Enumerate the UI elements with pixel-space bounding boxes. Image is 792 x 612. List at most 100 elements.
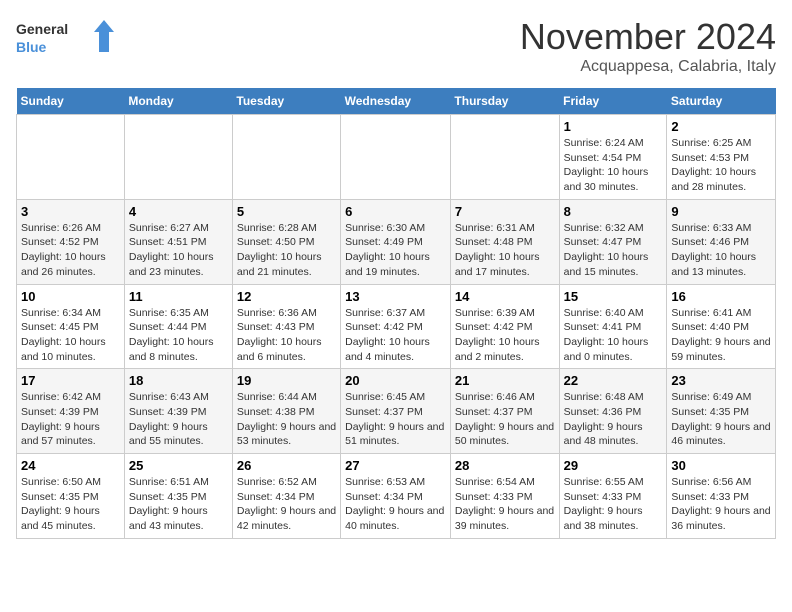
day-number: 5 bbox=[237, 204, 336, 219]
day-number: 8 bbox=[564, 204, 663, 219]
day-cell: 20 Sunrise: 6:45 AM Sunset: 4:37 PM Dayli… bbox=[341, 369, 451, 454]
day-info: Sunrise: 6:33 AM Sunset: 4:46 PM Dayligh… bbox=[671, 221, 771, 280]
day-cell bbox=[341, 115, 451, 200]
day-number: 10 bbox=[21, 289, 120, 304]
day-number: 21 bbox=[455, 373, 555, 388]
weekday-saturday: Saturday bbox=[667, 88, 776, 115]
day-cell: 9Sunrise: 6:33 AM Sunset: 4:46 PM Daylig… bbox=[667, 199, 776, 284]
day-number: 2 bbox=[671, 119, 771, 134]
day-cell bbox=[17, 115, 125, 200]
day-info: Sunrise: 6:41 AM Sunset: 4:40 PM Dayligh… bbox=[671, 306, 771, 365]
day-info: Sunrise: 6:28 AM Sunset: 4:50 PM Dayligh… bbox=[237, 221, 336, 280]
day-cell bbox=[450, 115, 559, 200]
day-info: Sunrise: 6:51 AM Sunset: 4:35 PM Dayligh… bbox=[129, 475, 228, 534]
weekday-thursday: Thursday bbox=[450, 88, 559, 115]
day-number: 16 bbox=[671, 289, 771, 304]
day-cell: 10Sunrise: 6:34 AM Sunset: 4:45 PM Dayli… bbox=[17, 284, 125, 369]
weekday-tuesday: Tuesday bbox=[232, 88, 340, 115]
day-info: Sunrise: 6:37 AM Sunset: 4:42 PM Dayligh… bbox=[345, 306, 446, 365]
day-cell: 7Sunrise: 6:31 AM Sunset: 4:48 PM Daylig… bbox=[450, 199, 559, 284]
page-header: General Blue November 2024 Acquappesa, C… bbox=[16, 16, 776, 76]
day-info: Sunrise: 6:32 AM Sunset: 4:47 PM Dayligh… bbox=[564, 221, 663, 280]
day-number: 29 bbox=[564, 458, 663, 473]
day-cell: 15 Sunrise: 6:40 AM Sunset: 4:41 PM Dayli… bbox=[559, 284, 667, 369]
day-cell: 29 Sunrise: 6:55 AM Sunset: 4:33 PM Dayli… bbox=[559, 454, 667, 539]
weekday-sunday: Sunday bbox=[17, 88, 125, 115]
day-info: Sunrise: 6:54 AM Sunset: 4:33 PM Dayligh… bbox=[455, 475, 555, 534]
week-row-5: 24Sunrise: 6:50 AM Sunset: 4:35 PM Dayli… bbox=[17, 454, 776, 539]
logo: General Blue bbox=[16, 16, 116, 60]
day-info: Sunrise: 6:25 AM Sunset: 4:53 PM Dayligh… bbox=[671, 136, 771, 195]
location: Acquappesa, Calabria, Italy bbox=[520, 58, 776, 76]
day-number: 17 bbox=[21, 373, 120, 388]
day-number: 27 bbox=[345, 458, 446, 473]
logo-svg: General Blue bbox=[16, 16, 116, 60]
day-number: 12 bbox=[237, 289, 336, 304]
day-number: 23 bbox=[671, 373, 771, 388]
day-number: 3 bbox=[21, 204, 120, 219]
day-number: 19 bbox=[237, 373, 336, 388]
day-cell: 13 Sunrise: 6:37 AM Sunset: 4:42 PM Dayli… bbox=[341, 284, 451, 369]
svg-text:Blue: Blue bbox=[16, 39, 47, 55]
day-cell: 21 Sunrise: 6:46 AM Sunset: 4:37 PM Dayli… bbox=[450, 369, 559, 454]
day-number: 11 bbox=[129, 289, 228, 304]
day-cell: 26Sunrise: 6:52 AM Sunset: 4:34 PM Dayli… bbox=[232, 454, 340, 539]
day-number: 7 bbox=[455, 204, 555, 219]
title-block: November 2024 Acquappesa, Calabria, Ital… bbox=[520, 16, 776, 76]
weekday-wednesday: Wednesday bbox=[341, 88, 451, 115]
day-cell: 1 Sunrise: 6:24 AM Sunset: 4:54 PM Daylig… bbox=[559, 115, 667, 200]
day-number: 1 bbox=[564, 119, 663, 134]
day-info: Sunrise: 6:48 AM Sunset: 4:36 PM Dayligh… bbox=[564, 390, 663, 449]
day-info: Sunrise: 6:35 AM Sunset: 4:44 PM Dayligh… bbox=[129, 306, 228, 365]
day-cell: 23Sunrise: 6:49 AM Sunset: 4:35 PM Dayli… bbox=[667, 369, 776, 454]
day-info: Sunrise: 6:53 AM Sunset: 4:34 PM Dayligh… bbox=[345, 475, 446, 534]
day-number: 26 bbox=[237, 458, 336, 473]
svg-text:General: General bbox=[16, 21, 68, 37]
week-row-1: 1 Sunrise: 6:24 AM Sunset: 4:54 PM Daylig… bbox=[17, 115, 776, 200]
day-info: Sunrise: 6:50 AM Sunset: 4:35 PM Dayligh… bbox=[21, 475, 120, 534]
day-number: 28 bbox=[455, 458, 555, 473]
day-number: 20 bbox=[345, 373, 446, 388]
day-info: Sunrise: 6:56 AM Sunset: 4:33 PM Dayligh… bbox=[671, 475, 771, 534]
calendar: SundayMondayTuesdayWednesdayThursdayFrid… bbox=[16, 88, 776, 539]
day-info: Sunrise: 6:30 AM Sunset: 4:49 PM Dayligh… bbox=[345, 221, 446, 280]
day-cell: 30 Sunrise: 6:56 AM Sunset: 4:33 PM Dayli… bbox=[667, 454, 776, 539]
day-number: 6 bbox=[345, 204, 446, 219]
day-info: Sunrise: 6:24 AM Sunset: 4:54 PM Dayligh… bbox=[564, 136, 663, 195]
day-cell: 2 Sunrise: 6:25 AM Sunset: 4:53 PM Daylig… bbox=[667, 115, 776, 200]
week-row-4: 17 Sunrise: 6:42 AM Sunset: 4:39 PM Dayli… bbox=[17, 369, 776, 454]
day-cell: 17 Sunrise: 6:42 AM Sunset: 4:39 PM Dayli… bbox=[17, 369, 125, 454]
day-cell: 16 Sunrise: 6:41 AM Sunset: 4:40 PM Dayli… bbox=[667, 284, 776, 369]
day-cell: 18 Sunrise: 6:43 AM Sunset: 4:39 PM Dayli… bbox=[124, 369, 232, 454]
day-info: Sunrise: 6:43 AM Sunset: 4:39 PM Dayligh… bbox=[129, 390, 228, 449]
day-number: 25 bbox=[129, 458, 228, 473]
day-number: 4 bbox=[129, 204, 228, 219]
day-info: Sunrise: 6:40 AM Sunset: 4:41 PM Dayligh… bbox=[564, 306, 663, 365]
day-cell: 12Sunrise: 6:36 AM Sunset: 4:43 PM Dayli… bbox=[232, 284, 340, 369]
day-info: Sunrise: 6:27 AM Sunset: 4:51 PM Dayligh… bbox=[129, 221, 228, 280]
day-cell: 25 Sunrise: 6:51 AM Sunset: 4:35 PM Dayli… bbox=[124, 454, 232, 539]
day-cell: 4 Sunrise: 6:27 AM Sunset: 4:51 PM Daylig… bbox=[124, 199, 232, 284]
day-cell bbox=[232, 115, 340, 200]
day-number: 14 bbox=[455, 289, 555, 304]
day-info: Sunrise: 6:55 AM Sunset: 4:33 PM Dayligh… bbox=[564, 475, 663, 534]
day-cell: 3 Sunrise: 6:26 AM Sunset: 4:52 PM Daylig… bbox=[17, 199, 125, 284]
day-number: 30 bbox=[671, 458, 771, 473]
day-cell: 28 Sunrise: 6:54 AM Sunset: 4:33 PM Dayli… bbox=[450, 454, 559, 539]
day-cell: 19Sunrise: 6:44 AM Sunset: 4:38 PM Dayli… bbox=[232, 369, 340, 454]
day-info: Sunrise: 6:26 AM Sunset: 4:52 PM Dayligh… bbox=[21, 221, 120, 280]
day-number: 18 bbox=[129, 373, 228, 388]
day-number: 13 bbox=[345, 289, 446, 304]
day-info: Sunrise: 6:46 AM Sunset: 4:37 PM Dayligh… bbox=[455, 390, 555, 449]
week-row-3: 10Sunrise: 6:34 AM Sunset: 4:45 PM Dayli… bbox=[17, 284, 776, 369]
day-number: 15 bbox=[564, 289, 663, 304]
day-cell: 5 Sunrise: 6:28 AM Sunset: 4:50 PM Daylig… bbox=[232, 199, 340, 284]
day-cell: 14 Sunrise: 6:39 AM Sunset: 4:42 PM Dayli… bbox=[450, 284, 559, 369]
day-cell: 6 Sunrise: 6:30 AM Sunset: 4:49 PM Daylig… bbox=[341, 199, 451, 284]
day-info: Sunrise: 6:39 AM Sunset: 4:42 PM Dayligh… bbox=[455, 306, 555, 365]
weekday-header-row: SundayMondayTuesdayWednesdayThursdayFrid… bbox=[17, 88, 776, 115]
day-info: Sunrise: 6:42 AM Sunset: 4:39 PM Dayligh… bbox=[21, 390, 120, 449]
day-info: Sunrise: 6:45 AM Sunset: 4:37 PM Dayligh… bbox=[345, 390, 446, 449]
weekday-monday: Monday bbox=[124, 88, 232, 115]
day-cell: 11 Sunrise: 6:35 AM Sunset: 4:44 PM Dayli… bbox=[124, 284, 232, 369]
